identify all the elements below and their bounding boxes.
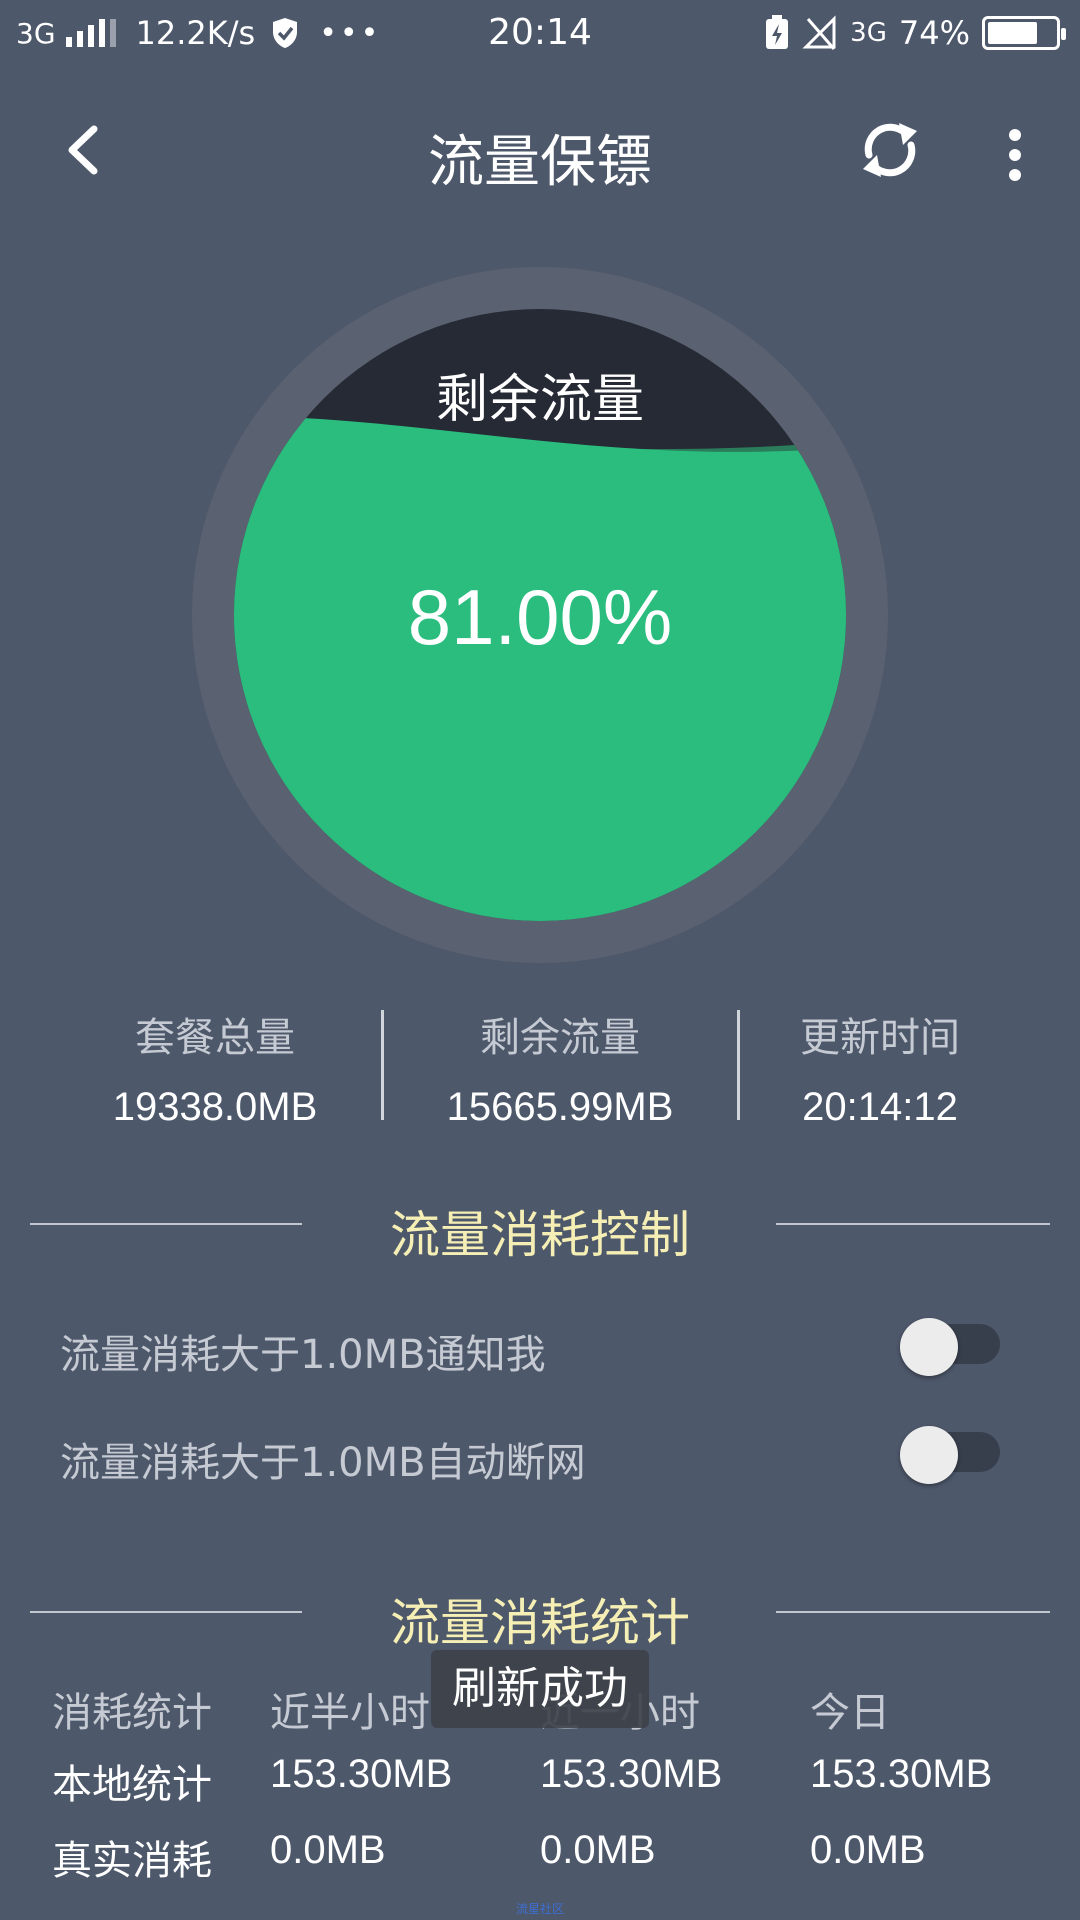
notify-setting-label: 流量消耗大于1.0MB通知我 — [60, 1332, 546, 1378]
remaining-value: 15665.99MB — [446, 1085, 674, 1129]
status-bar-right: 3G 74% — [764, 14, 1066, 52]
total-value: 19338.0MB — [112, 1085, 318, 1129]
stats-header-cell: 消耗统计 — [52, 1691, 212, 1735]
remaining-label: 剩余流量 — [480, 1015, 640, 1061]
notify-setting-row: 流量消耗大于1.0MB通知我 — [60, 1312, 1000, 1382]
summary-remaining: 剩余流量 15665.99MB — [400, 1005, 720, 1130]
summary-total: 套餐总量 19338.0MB — [60, 1005, 370, 1130]
notify-toggle[interactable] — [900, 1318, 1000, 1376]
table-row: 本地统计 153.30MB 153.30MB 153.30MB — [0, 1752, 1080, 1812]
stats-row-label: 本地统计 — [52, 1763, 212, 1807]
table-row: 真实消耗 0.0MB 0.0MB 0.0MB — [0, 1828, 1080, 1888]
stats-cell: 153.30MB — [810, 1752, 993, 1796]
app-header: 流量保镖 — [0, 95, 1080, 205]
total-label: 套餐总量 — [135, 1015, 295, 1061]
stats-header-cell: 今日 — [810, 1691, 890, 1735]
battery-fill — [988, 22, 1037, 44]
summary-divider — [737, 1010, 740, 1120]
data-summary: 套餐总量 19338.0MB 剩余流量 15665.99MB 更新时间 20:1… — [0, 1005, 1080, 1129]
gauge-fill-wave — [234, 416, 846, 921]
section-divider-right — [776, 1611, 1050, 1613]
toggle-knob — [900, 1318, 958, 1376]
refresh-icon[interactable] — [855, 115, 925, 185]
toggle-knob — [900, 1426, 958, 1484]
stats-section-title: 流量消耗统计 — [390, 1594, 690, 1652]
disconnect-setting-row: 流量消耗大于1.0MB自动断网 — [60, 1420, 1000, 1490]
toast-message: 刷新成功 — [431, 1650, 649, 1728]
section-divider-right — [776, 1223, 1050, 1225]
stats-row-label: 真实消耗 — [52, 1839, 212, 1883]
battery-percent: 74% — [898, 14, 970, 52]
stats-cell: 153.30MB — [540, 1752, 723, 1796]
stats-cell: 153.30MB — [270, 1752, 453, 1796]
signal-off-icon — [802, 15, 836, 50]
stats-header-cell: 近半小时 — [270, 1691, 430, 1735]
disconnect-toggle[interactable] — [900, 1426, 1000, 1484]
stats-cell: 0.0MB — [270, 1828, 386, 1872]
stats-cell: 0.0MB — [540, 1828, 656, 1872]
battery-saver-icon — [766, 15, 789, 49]
gauge-label: 剩余流量 — [435, 370, 644, 430]
battery-icon — [982, 16, 1066, 50]
summary-divider — [381, 1010, 384, 1120]
summary-update: 更新时间 20:14:12 — [760, 1005, 1000, 1130]
status-bar: 3G 12.2K/s ••• 20:14 3G 74% — [0, 0, 1080, 70]
watermark: 流星社区 — [515, 1902, 564, 1916]
stats-cell: 0.0MB — [810, 1828, 926, 1872]
network-type-right: 3G — [850, 18, 887, 48]
update-value: 20:14:12 — [802, 1085, 958, 1129]
more-menu-icon[interactable] — [990, 125, 1040, 185]
gauge-percent: 81.00% — [407, 573, 673, 661]
update-label: 更新时间 — [800, 1015, 960, 1061]
control-section-title: 流量消耗控制 — [390, 1206, 690, 1264]
disconnect-setting-label: 流量消耗大于1.0MB自动断网 — [60, 1440, 586, 1486]
